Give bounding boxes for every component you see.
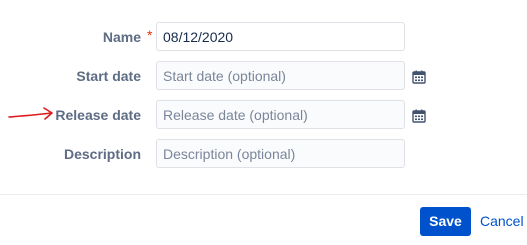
save-button[interactable]: Save (420, 207, 471, 236)
cancel-button[interactable]: Cancel (480, 207, 524, 236)
description-label: Description (63, 146, 141, 162)
calendar-icon[interactable] (412, 109, 426, 123)
description-input[interactable] (156, 139, 405, 168)
start-date-row: Start date (0, 61, 527, 92)
calendar-icon[interactable] (412, 70, 426, 84)
release-date-row: Release date (0, 100, 527, 131)
release-date-input[interactable] (156, 100, 405, 129)
release-date-label: Release date (55, 107, 141, 123)
description-row: Description (0, 139, 527, 170)
footer-divider (0, 194, 527, 195)
name-row: Name * (0, 22, 527, 53)
red-arrow-icon (8, 107, 53, 120)
start-date-input[interactable] (156, 61, 405, 90)
name-label: Name (102, 29, 141, 45)
required-indicator: * (147, 27, 153, 43)
start-date-label: Start date (76, 68, 141, 84)
name-input[interactable] (156, 22, 405, 51)
